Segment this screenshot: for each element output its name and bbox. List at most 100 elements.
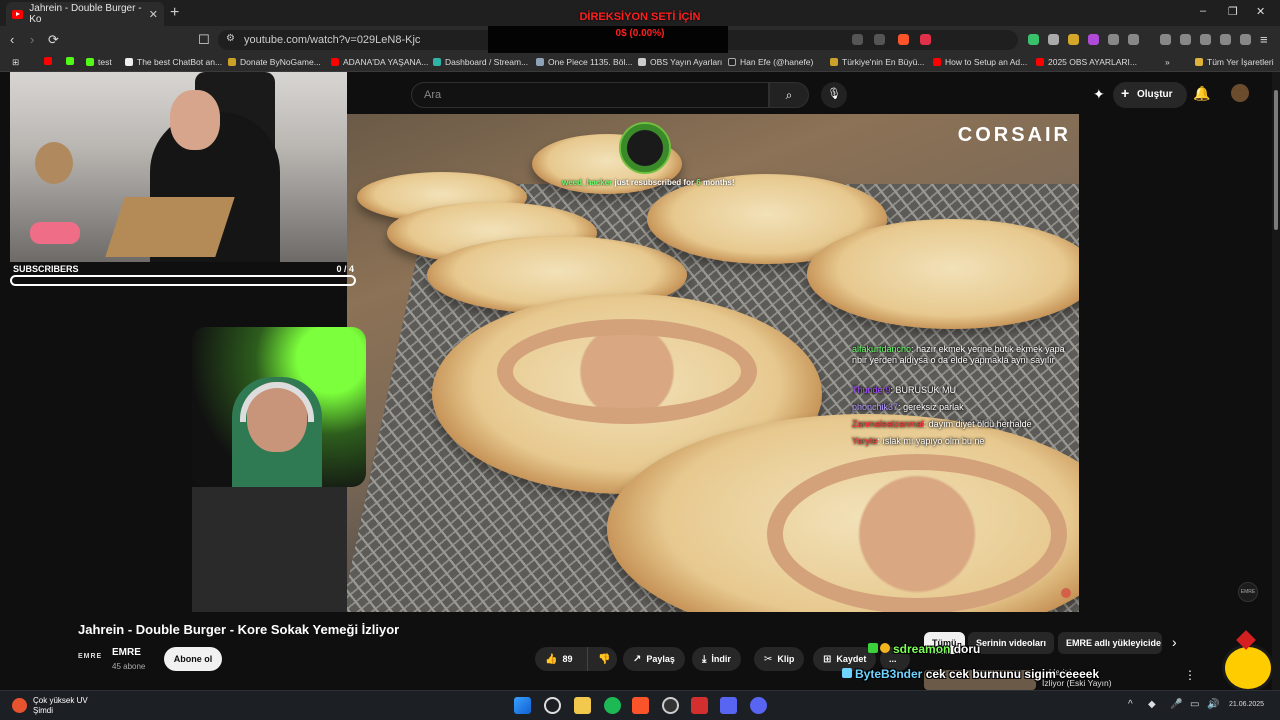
bookmark-item-0[interactable] [44,57,56,65]
all-bookmarks-folder[interactable]: Tüm Yer İşaretleri [1195,57,1274,67]
bookmark-favicon-icon [66,57,74,65]
download-button[interactable]: ⤓ İndir [692,647,741,671]
page-scrollbar[interactable] [1272,72,1280,690]
bookmark-item-2[interactable]: test [86,57,112,67]
avatar[interactable] [1231,84,1249,102]
discord-icon[interactable] [720,697,737,714]
create-button[interactable]: + Oluştur [1113,82,1187,108]
back-arrow-icon[interactable]: ‹ [10,32,14,47]
bookmark-item-5[interactable]: ADANA'DA YAŞANA... [331,57,428,67]
bookmark-item-10[interactable]: Türkiye'nin En Büyü... [830,57,924,67]
bookmark-item-11[interactable]: How to Setup an Ad... [933,57,1027,67]
volume-icon[interactable]: 🔊 [1207,699,1219,710]
channel-watermark-icon[interactable]: EMRE [1238,582,1258,602]
bookmark-icon[interactable]: ☐ [198,32,210,48]
bookmark-item-12[interactable]: 2025 OBS AYARLARI... [1036,57,1137,67]
minimize-button[interactable]: – [1200,5,1206,17]
start-menu-icon[interactable] [514,697,531,714]
scissors-icon: ✂ [764,653,773,665]
apps-grid-icon[interactable]: ⊞ [12,57,19,68]
browser-tab-active[interactable]: Jahrein - Double Burger - Ko ✕ [6,2,164,26]
file-explorer-icon[interactable] [574,697,591,714]
notifications-bell-icon[interactable]: 🔔 [1193,85,1210,102]
video-player[interactable]: CORSAIR weed_hacker just resubscribed fo… [347,114,1079,612]
new-tab-button[interactable]: + [170,4,179,22]
bookmark-favicon-icon [331,58,339,66]
bookmark-item-4[interactable]: Donate ByNoGame... [228,57,321,67]
network-icon[interactable]: ▭ [1190,699,1199,710]
microphone-tray-icon[interactable]: 🎤 [1170,699,1182,710]
chip-series[interactable]: Serinin videoları [968,632,1055,654]
bookmark-favicon-icon [125,58,133,66]
tray-overflow-icon[interactable]: ^ [1128,699,1133,710]
like-button[interactable]: 👍 89 [535,647,587,671]
search-button[interactable]: ⌕ [769,82,809,108]
browser-toolbar: ‹ › ⟳ ☐ ⚙ youtube.com/watch?v=029LeN8-Kj… [0,26,1280,53]
subscribe-button[interactable]: Abone ol [164,647,222,671]
subscribers-progress-track [10,275,356,286]
brave-rewards-icon[interactable] [920,34,931,45]
bookmark-favicon-icon [536,58,544,66]
extension-pen-icon[interactable] [1068,34,1079,45]
maximize-button[interactable]: ❐ [1228,5,1238,18]
leo-ai-icon[interactable] [1220,34,1231,45]
bookmark-item-6[interactable]: Dashboard / Stream... [433,57,528,67]
tab-close-icon[interactable]: ✕ [149,8,158,21]
browser-tab-strip: Jahrein - Double Burger - Ko ✕ + DİREKSİ… [0,0,1280,26]
bookmark-favicon-icon [44,57,52,65]
channel-name[interactable]: EMRE [112,647,141,658]
spotify-icon[interactable] [604,697,621,714]
channel-logo[interactable]: EMRE [78,653,104,667]
vpn-icon[interactable] [1240,34,1251,45]
discord-ptb-icon[interactable] [750,697,767,714]
extension-purple-icon[interactable] [1088,34,1099,45]
taskbar-clock[interactable]: 21.06.2025 [1229,701,1264,708]
chips-next-button[interactable]: › [1172,634,1177,650]
bookmark-item-8[interactable]: OBS Yayın Ayarları [638,57,722,67]
brave-shield-icon[interactable] [898,34,909,45]
streamlabs-icon[interactable] [691,697,708,714]
forward-arrow-icon[interactable]: › [30,32,34,47]
wallet-icon[interactable] [1200,34,1211,45]
extensions-puzzle-icon[interactable] [1108,34,1119,45]
bookmark-item-1[interactable] [66,57,78,65]
windows-taskbar: Çok yüksek UV Şimdi ^ ◆ 🎤 ▭ 🔊 21.06.2025 [0,690,1280,720]
bookmark-item-9[interactable]: Han Efe (@hanefe) [728,57,813,67]
bookmarks-bar: ⊞ test The best ChatBot an... Donate ByN… [0,53,1280,72]
bookmark-item-7[interactable]: One Piece 1135. Böl... [536,57,632,67]
share-page-icon[interactable] [874,34,885,45]
donation-goal-title: DİREKSİYON SETİ İÇİN [579,11,701,23]
thumbs-up-icon: 👍 [545,653,558,665]
related-video-menu-icon[interactable]: ⋮ [1184,668,1196,682]
site-info-icon[interactable]: ⚙ [226,33,235,44]
sub-alert: weed_hacker just resubscribed for 6 mont… [562,178,735,187]
tray-app-icon[interactable]: ◆ [1148,699,1156,710]
cast-icon[interactable] [852,34,863,45]
obs-icon[interactable] [662,697,679,714]
media-control-icon[interactable] [1160,34,1171,45]
gemini-icon[interactable]: ✦ [1093,86,1105,103]
reload-icon[interactable]: ⟳ [48,32,59,48]
search-input[interactable]: Ara [411,82,769,108]
clip-button[interactable]: ✂ Klip [754,647,805,671]
bookmark-item-3[interactable]: The best ChatBot an... [125,57,222,67]
sidebar-toggle-icon[interactable] [1180,34,1191,45]
scrollbar-thumb[interactable] [1274,90,1278,230]
extension-guard-icon[interactable] [1048,34,1059,45]
stream-mascot-icon [1222,644,1274,692]
voice-search-button[interactable]: 🎙 [821,82,847,108]
extension-shield-icon[interactable] [1028,34,1039,45]
brave-browser-icon[interactable] [632,697,649,714]
sauce-swirl-image [497,319,757,424]
close-window-button[interactable]: ✕ [1256,5,1265,18]
dislike-button[interactable]: 👎 [587,647,617,671]
extension-screenshot-icon[interactable] [1128,34,1139,45]
bookmarks-overflow-button[interactable]: » [1165,57,1170,67]
taskbar-search-icon[interactable] [544,697,561,714]
browser-menu-icon[interactable]: ≡ [1260,32,1268,47]
search-icon: ⌕ [785,88,793,102]
youtube-header: Ara ⌕ 🎙 ✦ + Oluştur 🔔 [347,72,1280,114]
share-button[interactable]: ↗ Paylaş [623,647,685,671]
bookmark-favicon-icon [228,58,236,66]
chip-uploader[interactable]: EMRE adlı yükleyicide [1058,632,1162,654]
